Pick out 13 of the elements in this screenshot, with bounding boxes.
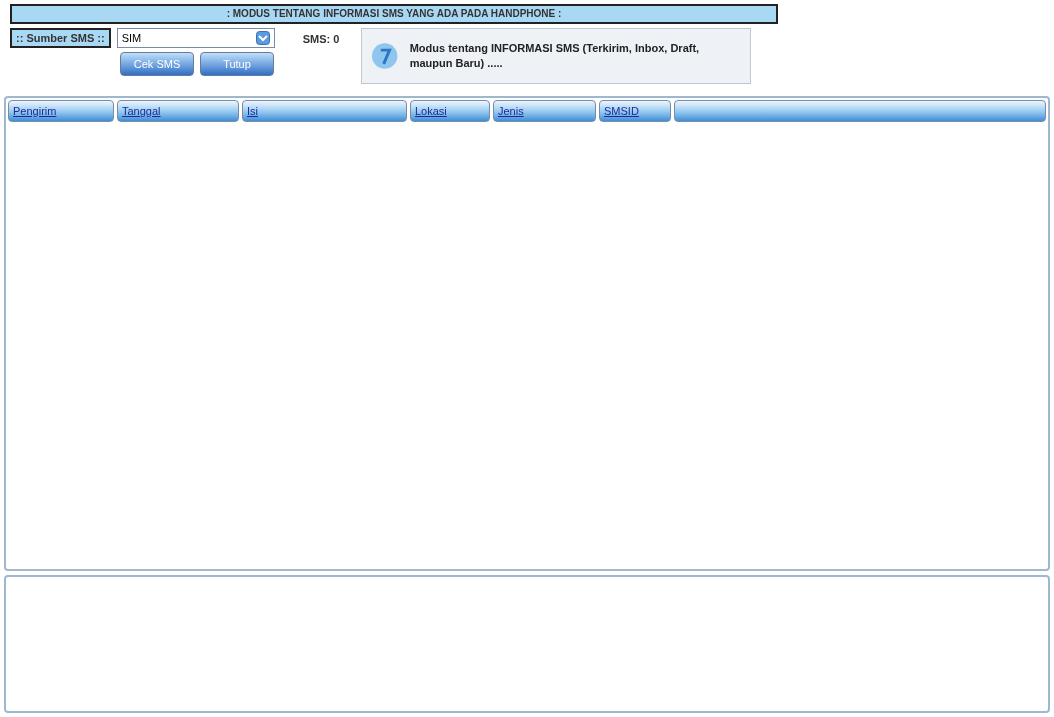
column-header[interactable]: Jenis (493, 100, 596, 122)
column-header[interactable]: SMSID (599, 100, 671, 122)
info-icon (370, 41, 400, 71)
column-header[interactable]: Pengirim (8, 100, 114, 122)
column-header[interactable]: Lokasi (410, 100, 490, 122)
source-label: :: Sumber SMS :: (10, 28, 111, 48)
column-header[interactable] (674, 100, 1046, 122)
column-header[interactable]: Isi (242, 100, 407, 122)
sms-count: SMS: 0 (302, 32, 340, 47)
info-text: Modus tentang INFORMASI SMS (Terkirim, Inbox, Draft, maupun Baru) ..... (409, 41, 701, 71)
column-header[interactable]: Tanggal (117, 100, 239, 122)
source-dropdown[interactable]: SIM (116, 28, 275, 48)
window-title: : MODUS TENTANG INFORMASI SMS YANG ADA PADA HANDPHONE : (10, 4, 778, 24)
